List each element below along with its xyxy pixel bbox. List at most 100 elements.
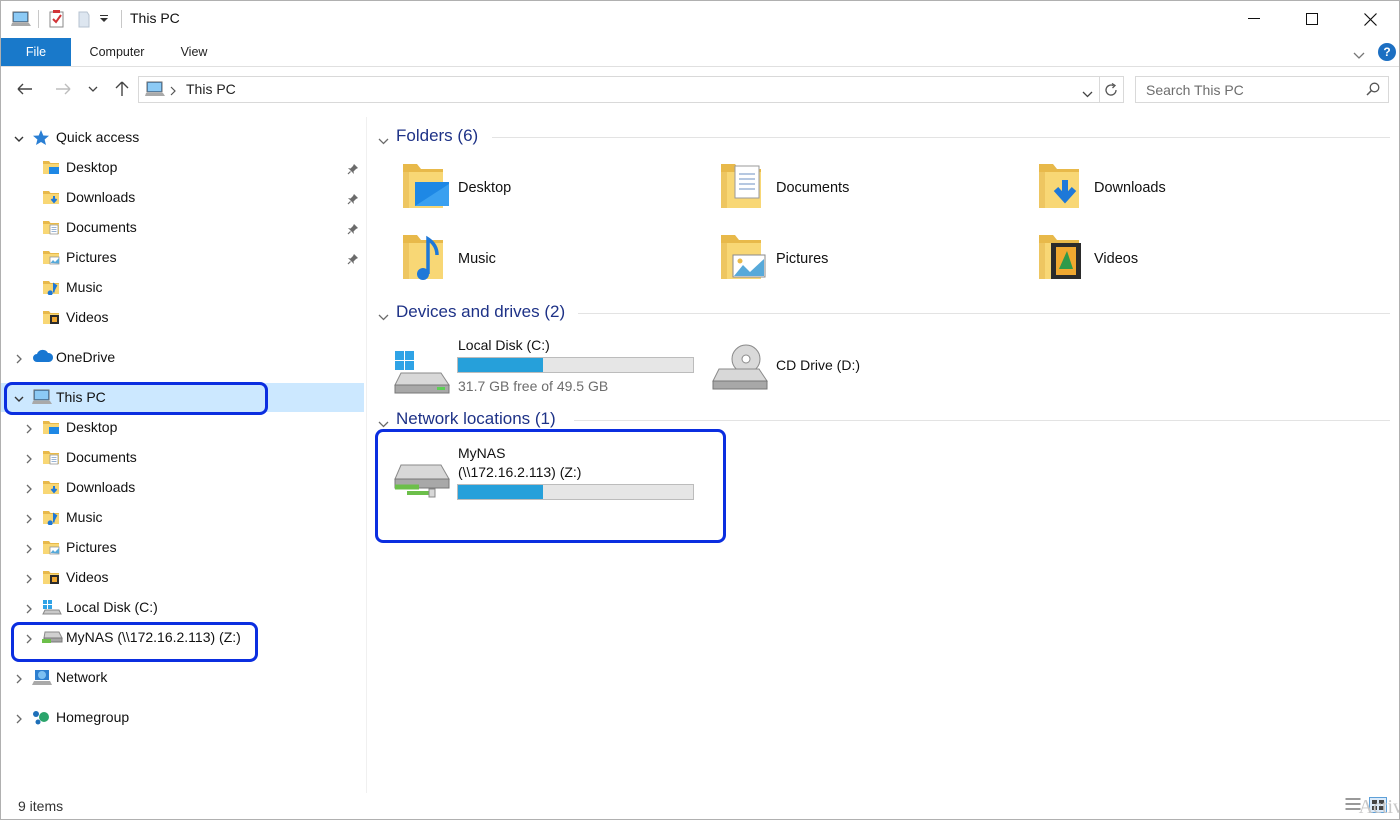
group-network-locations-title: Network locations (1) [396,409,556,428]
folder-tile-label: Music [458,251,496,267]
explorer-window: This PC File Computer View ? This PC Sea… [0,0,1400,820]
group-folders[interactable]: Folders (6) [378,125,1390,149]
drive-tile-local-disk[interactable]: Local Disk (C:) 31.7 GB free of 49.5 GB [393,335,697,399]
collapse-chevron-icon[interactable] [13,392,25,404]
nav-qa-downloads[interactable]: Downloads [1,183,365,213]
nav-qa-music[interactable]: Music [1,273,365,303]
expand-chevron-icon[interactable] [23,542,35,554]
expand-chevron-icon[interactable] [23,512,35,524]
tab-computer[interactable]: Computer [81,38,153,66]
folder-music-icon [42,279,60,297]
refresh-button[interactable] [1099,76,1124,103]
network-location-mynas[interactable]: MyNAS (\\172.16.2.113) (Z:) [393,443,697,507]
nav-qa-videos-label: Videos [66,309,109,325]
pin-icon [347,222,359,235]
quick-access-star-icon [32,129,50,147]
maximize-button[interactable] [1283,1,1341,37]
tab-file[interactable]: File [1,38,71,66]
expand-chevron-icon[interactable] [23,452,35,464]
nav-quick-access-label: Quick access [56,129,140,145]
search-input[interactable] [1144,80,1358,100]
expand-chevron-icon[interactable] [13,712,25,724]
group-collapse-chevron-icon[interactable] [378,307,389,327]
expand-chevron-icon[interactable] [23,602,35,614]
nav-qa-videos[interactable]: Videos [1,303,365,333]
properties-icon[interactable] [49,9,65,29]
nav-quick-access[interactable]: Quick access [1,123,365,153]
folder-tile-downloads[interactable]: Downloads [1037,158,1337,218]
nav-pc-pictures[interactable]: Pictures [1,533,365,563]
expand-chevron-icon[interactable] [23,572,35,584]
local-disk-label: Local Disk (C:) [458,337,550,353]
folder-tile-label: Downloads [1094,180,1166,196]
close-button[interactable] [1341,1,1399,37]
back-button[interactable] [12,77,38,101]
nav-pc-music[interactable]: Music [1,503,365,533]
network-icon [32,669,52,687]
folder-tile-documents[interactable]: Documents [719,158,1019,218]
folder-videos-icon [42,569,60,587]
local-disk-usage-bar [457,357,694,373]
nav-onedrive[interactable]: OneDrive [1,343,365,373]
nav-network[interactable]: Network [1,663,365,693]
address-dropdown-icon[interactable] [1082,85,1093,103]
search-icon[interactable] [1366,82,1380,101]
forward-button[interactable] [50,77,76,101]
customize-qa-dropdown-icon[interactable] [99,9,109,29]
drive-tile-cd-drive[interactable]: CD Drive (D:) [711,339,1011,403]
new-folder-icon[interactable] [77,9,91,29]
expand-chevron-icon[interactable] [23,422,35,434]
expand-chevron-icon[interactable] [23,632,35,644]
nav-pc-local-disk[interactable]: Local Disk (C:) [1,593,365,623]
nav-qa-pictures[interactable]: Pictures [1,243,365,273]
nav-pc-desktop[interactable]: Desktop [1,413,365,443]
local-disk-icon [42,599,62,617]
collapse-chevron-icon[interactable] [13,132,25,144]
group-folders-title: Folders (6) [396,126,479,145]
folder-tile-label: Desktop [458,180,512,196]
search-box [1135,76,1389,103]
breadcrumb-chevron-icon[interactable] [170,83,176,101]
expand-chevron-icon[interactable] [13,352,25,364]
group-network-locations[interactable]: Network locations (1) [378,408,1390,432]
folder-documents-large-icon [719,158,769,219]
nav-pc-mynas[interactable]: MyNAS (\\172.16.2.113) (Z:) [1,623,365,653]
nav-this-pc[interactable]: This PC [1,383,365,413]
recent-locations-button[interactable] [81,77,105,101]
folder-desktop-icon [42,159,60,177]
group-collapse-chevron-icon[interactable] [378,131,389,151]
address-bar[interactable]: This PC [138,76,1100,103]
expand-ribbon-icon[interactable] [1353,47,1365,65]
group-devices-drives[interactable]: Devices and drives (2) [378,301,1390,325]
nav-qa-documents[interactable]: Documents [1,213,365,243]
breadcrumb-this-pc[interactable]: This PC [186,81,236,97]
folder-tile-label: Documents [776,180,850,196]
folder-music-large-icon [401,229,451,290]
up-button[interactable] [109,77,135,101]
folder-documents-icon [42,449,60,467]
mynas-address: (\\172.16.2.113) (Z:) [458,464,582,480]
expand-chevron-icon[interactable] [13,672,25,684]
nav-pc-documents[interactable]: Documents [1,443,365,473]
onedrive-cloud-icon [32,349,54,367]
folder-tile-desktop[interactable]: Desktop [401,158,701,218]
group-collapse-chevron-icon[interactable] [378,414,389,434]
folder-pictures-large-icon [719,229,769,290]
this-pc-icon[interactable] [11,9,31,29]
nav-pc-videos[interactable]: Videos [1,563,365,593]
nav-qa-desktop[interactable]: Desktop [1,153,365,183]
nav-homegroup[interactable]: Homegroup [1,703,365,733]
help-icon[interactable]: ? [1378,43,1396,61]
nav-pc-pictures-label: Pictures [66,539,117,555]
minimize-button[interactable] [1225,1,1283,37]
folder-tile-pictures[interactable]: Pictures [719,229,1019,289]
expand-chevron-icon[interactable] [23,482,35,494]
tab-view[interactable]: View [171,38,217,66]
homegroup-icon [32,709,50,727]
nav-pc-local-disk-label: Local Disk (C:) [66,599,158,615]
nav-pc-downloads[interactable]: Downloads [1,473,365,503]
nav-network-label: Network [56,669,108,685]
nav-qa-music-label: Music [66,279,103,295]
folder-tile-music[interactable]: Music [401,229,701,289]
folder-tile-videos[interactable]: Videos [1037,229,1337,289]
